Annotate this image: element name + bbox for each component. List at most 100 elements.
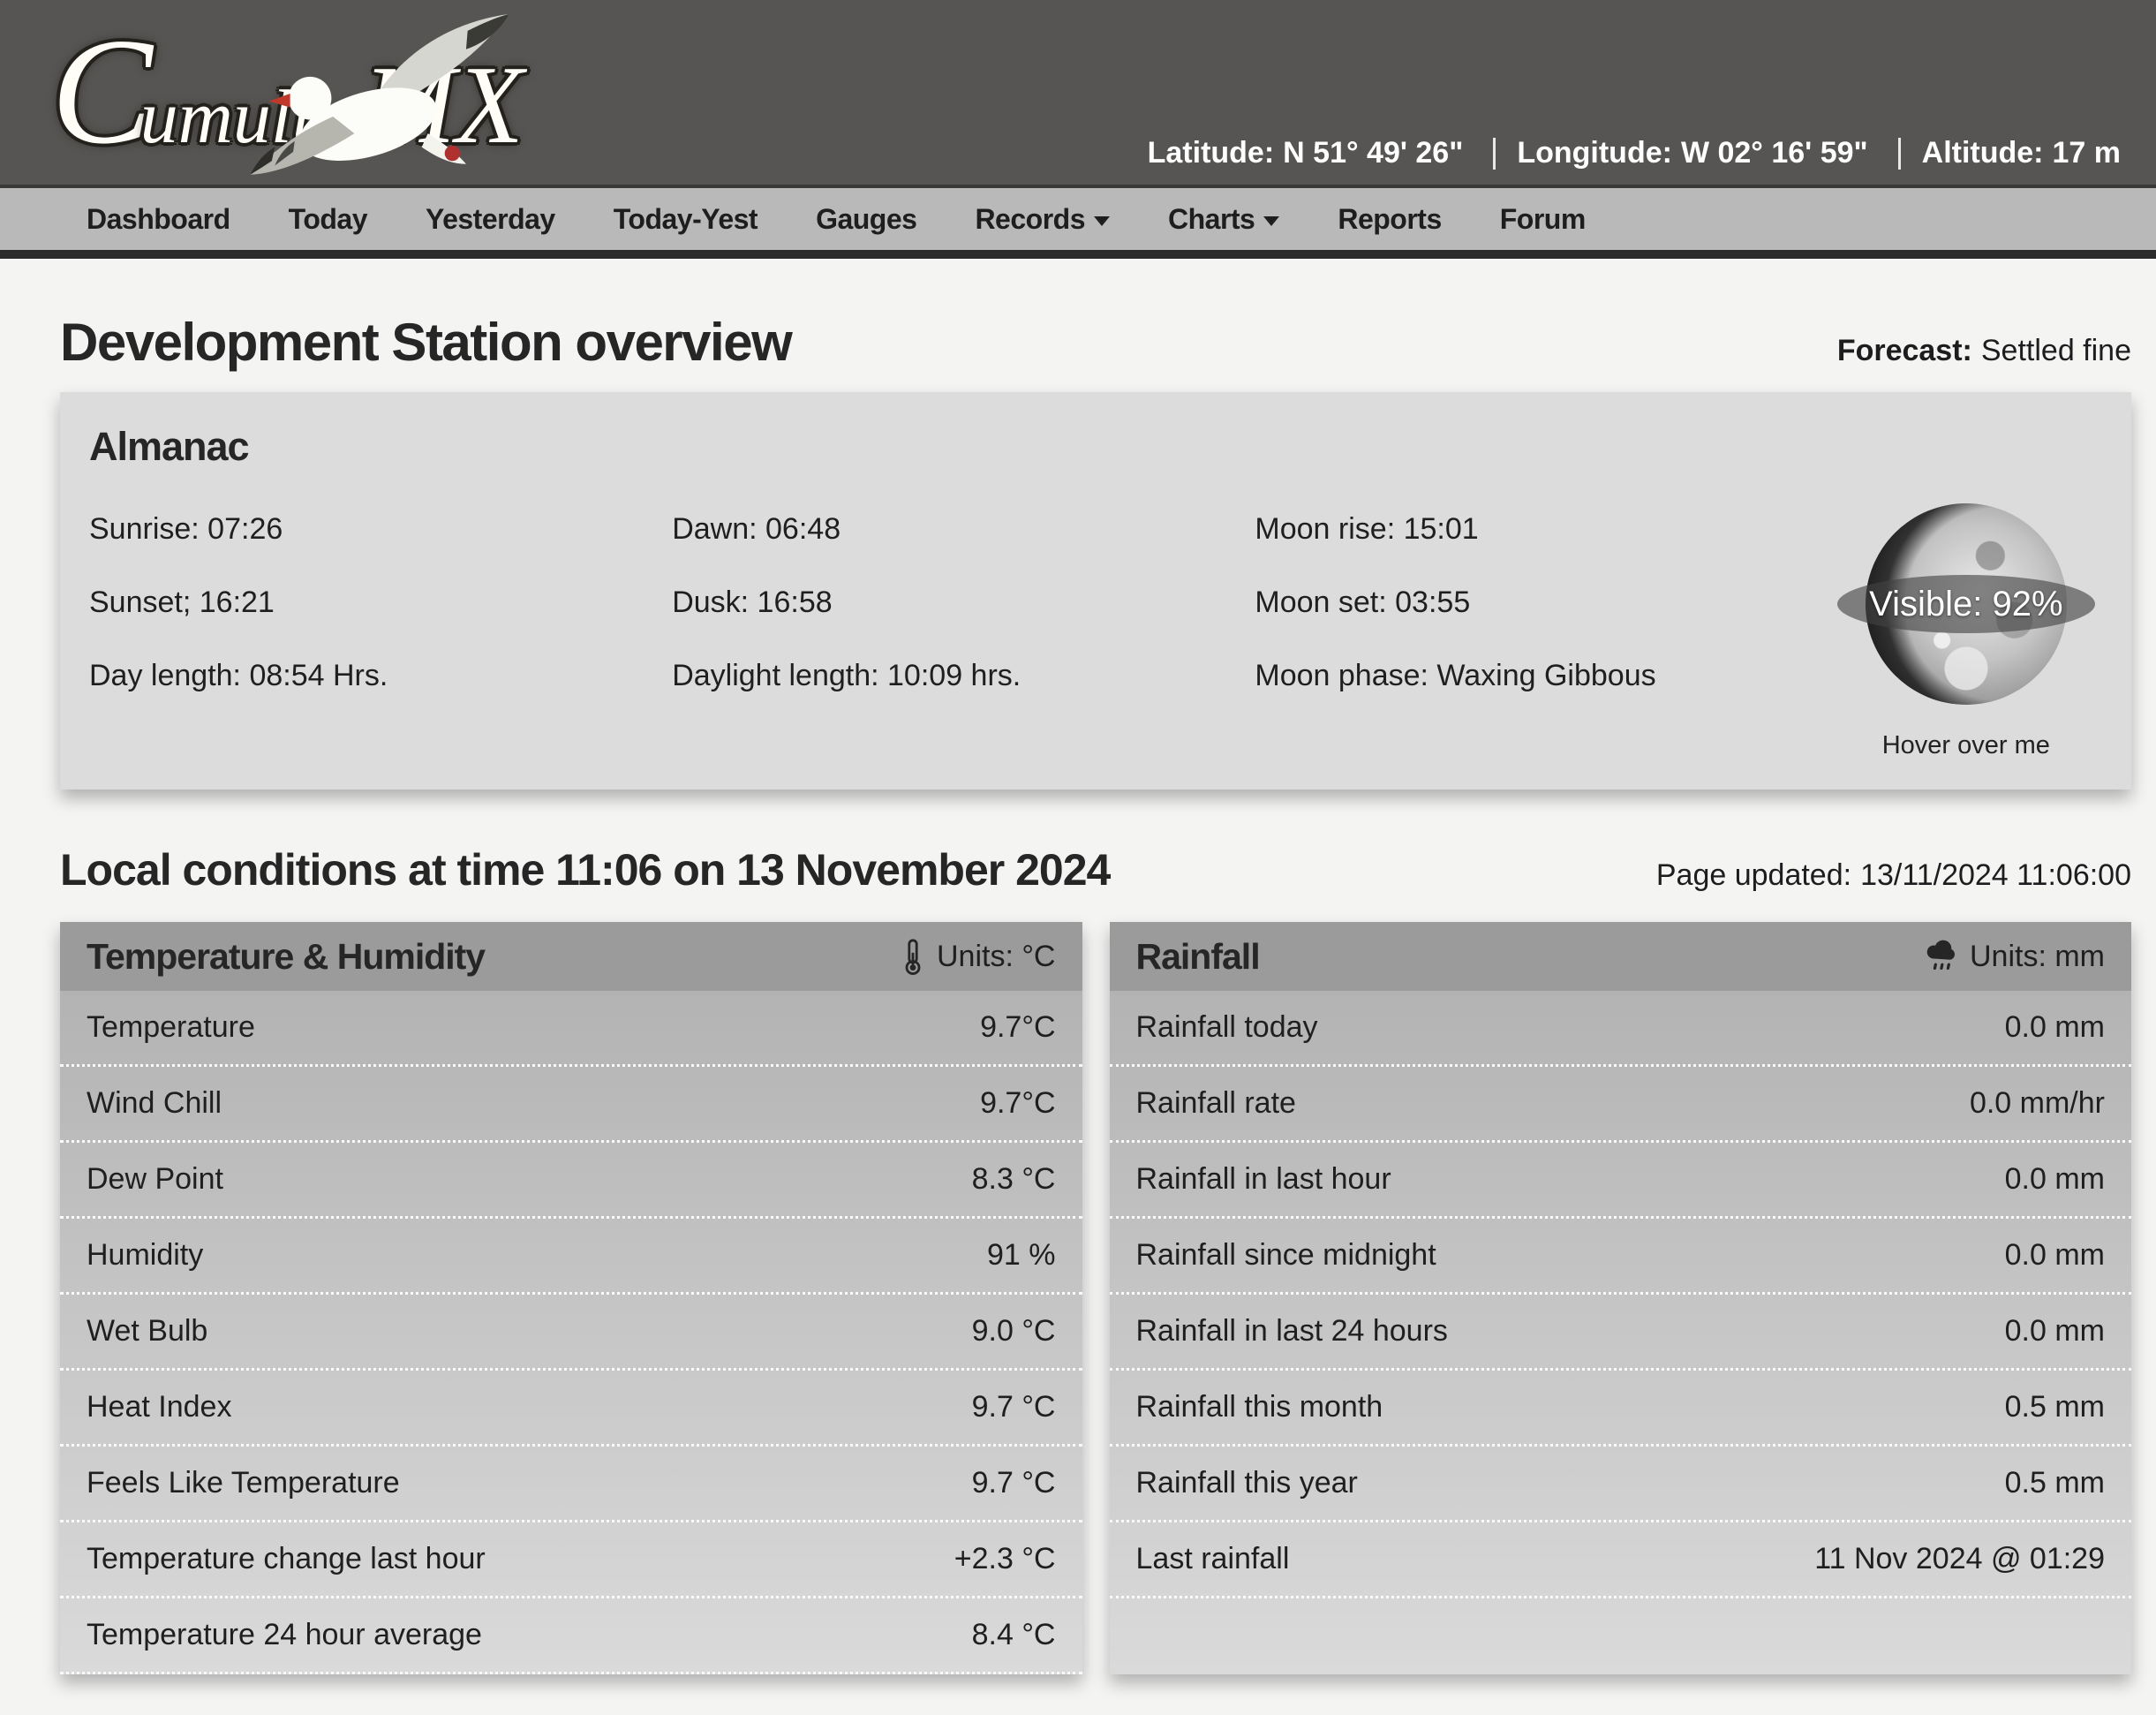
temperature-panel: Temperature & Humidity Units: °C Tempera… [60, 922, 1082, 1674]
dusk: Dusk: 16:58 [672, 586, 1255, 620]
station-location-bar: Latitude:N 51° 49' 26" Longitude: W 02° 1… [1148, 136, 2130, 170]
sunrise: Sunrise: 07:26 [89, 512, 672, 547]
table-row: Feels Like Temperature 9.7 °C [60, 1447, 1082, 1522]
moon-image[interactable]: Visible: 92% [1866, 503, 2067, 705]
rain-cloud-icon [1924, 939, 1959, 974]
almanac-daylight-column: Dawn: 06:48 Dusk: 16:58 Daylight length:… [672, 512, 1255, 760]
rainfall-panel-title: Rainfall [1136, 936, 1260, 978]
row-label: Rainfall rate [1136, 1086, 1296, 1121]
row-value: 9.7 °C [972, 1466, 1056, 1500]
table-row: Temperature 24 hour average 8.4 °C [60, 1598, 1082, 1674]
page-updated-label: Page updated: [1656, 858, 1851, 892]
row-value: 8.4 °C [972, 1618, 1056, 1652]
sunset: Sunset; 16:21 [89, 586, 672, 620]
temperature-table: Temperature9.7°C Wind Chill 9.7°C Dew Poi… [60, 991, 1082, 1674]
table-row: Temperature change last hour+2.3 °C [60, 1522, 1082, 1598]
longitude: Longitude: W 02° 16' 59" [1517, 136, 1876, 170]
chevron-down-icon [1094, 216, 1110, 226]
nav-item-reports[interactable]: Reports [1308, 203, 1470, 236]
forecast: Forecast:Settled fine [1837, 334, 2131, 368]
moon-visible-label: Visible: 92% [1869, 585, 2062, 624]
almanac-title: Almanac [89, 424, 2131, 470]
row-value: 9.0 °C [972, 1314, 1056, 1349]
longitude-value: W 02° 16' 59" [1681, 136, 1868, 170]
table-row: Rainfall in last 24 hours 0.0 mm [1110, 1295, 2132, 1371]
rainfall-panel-header: Rainfall Units: mm [1110, 922, 2132, 991]
rainfall-units-label: Units: mm [1970, 940, 2105, 974]
nav-label: Records [975, 203, 1085, 236]
row-value: 8.3 °C [972, 1162, 1056, 1197]
table-row: Rainfall in last hour0.0 mm [1110, 1143, 2132, 1219]
row-label: Dew Point [87, 1162, 223, 1197]
row-label: Feels Like Temperature [87, 1466, 400, 1500]
dawn: Dawn: 06:48 [672, 512, 1255, 547]
row-value: 0.0 mm [2005, 1162, 2105, 1197]
page-updated-value: 13/11/2024 11:06:00 [1860, 858, 2131, 892]
nav-label: Gauges [816, 203, 916, 236]
nav-divider-bar [0, 250, 2156, 259]
page-updated: Page updated: 13/11/2024 11:06:00 [1656, 858, 2131, 893]
nav-label: Charts [1168, 203, 1255, 236]
rainfall-units: Units: mm [1924, 939, 2105, 974]
table-row: Rainfall this month0.5 mm [1110, 1371, 2132, 1447]
row-label: Rainfall this year [1136, 1466, 1358, 1500]
row-value: 9.7°C [980, 1086, 1055, 1121]
local-conditions-row: Local conditions at time 11:06 on 13 Nov… [60, 844, 2131, 895]
nav-label: Forum [1500, 203, 1586, 236]
temperature-units-label: Units: °C [937, 940, 1056, 974]
nav-label: Reports [1338, 203, 1441, 236]
row-label: Rainfall today [1136, 1010, 1318, 1045]
row-value: 0.5 mm [2005, 1466, 2105, 1500]
rainfall-panel: Rainfall Units: mm Rainfall today0.0 mm … [1110, 922, 2132, 1674]
latitude-label: Latitude: [1148, 136, 1275, 170]
temperature-units: Units: °C [900, 938, 1056, 975]
latitude-value: N 51° 49' 26" [1283, 136, 1463, 170]
daylight-length: Daylight length: 10:09 hrs. [672, 659, 1255, 693]
nav-item-today-yest[interactable]: Today-Yest [584, 203, 787, 236]
seagull-icon [184, 2, 599, 231]
latitude: Latitude:N 51° 49' 26" [1148, 136, 1473, 170]
table-row: Rainfall this year 0.5 mm [1110, 1447, 2132, 1522]
nav-item-charts[interactable]: Charts [1139, 203, 1308, 236]
almanac-moon-column: Moon rise: 15:01 Moon set: 03:55 Moon ph… [1255, 512, 1837, 760]
nav-item-gauges[interactable]: Gauges [787, 203, 946, 236]
row-value: 9.7 °C [972, 1390, 1056, 1424]
data-panels: Temperature & Humidity Units: °C Tempera… [60, 922, 2131, 1674]
logo-letter-c: C [51, 4, 153, 180]
thermometer-icon [900, 938, 926, 975]
page-title: Development Station overview [60, 312, 791, 373]
almanac-sun-column: Sunrise: 07:26 Sunset; 16:21 Day length:… [89, 512, 672, 760]
row-label: Temperature 24 hour average [87, 1618, 482, 1652]
site-header: C umulus MX Latitude:N 51° 49' 26" Longi… [0, 0, 2156, 188]
table-row: Last rainfall 11 Nov 2024 @ 01:29 [1110, 1522, 2132, 1598]
cumulusmx-logo: C umulus MX [51, 4, 524, 180]
row-value: 0.0 mm [2005, 1314, 2105, 1349]
table-row: Heat Index 9.7 °C [60, 1371, 1082, 1447]
row-value: 11 Nov 2024 @ 01:29 [1814, 1542, 2105, 1576]
nav-item-forum[interactable]: Forum [1471, 203, 1615, 236]
rainfall-table: Rainfall today0.0 mm Rainfall rate0.0 mm… [1110, 991, 2132, 1674]
almanac-panel: Almanac Sunrise: 07:26 Sunset; 16:21 Day… [60, 392, 2131, 790]
row-value: +2.3 °C [954, 1542, 1056, 1576]
main-content: Development Station overview Forecast:Se… [60, 312, 2131, 1674]
temperature-panel-header: Temperature & Humidity Units: °C [60, 922, 1082, 991]
row-label: Rainfall in last 24 hours [1136, 1314, 1448, 1349]
moon-visible-badge: Visible: 92% [1837, 575, 2095, 633]
moon-rise: Moon rise: 15:01 [1255, 512, 1837, 547]
row-label: Wind Chill [87, 1086, 222, 1121]
table-row: Temperature9.7°C [60, 991, 1082, 1067]
longitude-label: Longitude: [1517, 136, 1672, 170]
nav-item-records[interactable]: Records [946, 203, 1139, 236]
table-row: Dew Point 8.3 °C [60, 1143, 1082, 1219]
row-label: Heat Index [87, 1390, 231, 1424]
almanac-body: Sunrise: 07:26 Sunset; 16:21 Day length:… [89, 470, 2131, 760]
row-label: Last rainfall [1136, 1542, 1290, 1576]
title-row: Development Station overview Forecast:Se… [60, 312, 2131, 373]
local-conditions-heading: Local conditions at time 11:06 on 13 Nov… [60, 844, 1110, 895]
row-label: Temperature [87, 1010, 255, 1045]
table-row: Rainfall today0.0 mm [1110, 991, 2132, 1067]
row-value: 0.5 mm [2005, 1390, 2105, 1424]
nav-label: Today-Yest [614, 203, 758, 236]
table-row: Rainfall since midnight0.0 mm [1110, 1219, 2132, 1295]
moon-set: Moon set: 03:55 [1255, 586, 1837, 620]
